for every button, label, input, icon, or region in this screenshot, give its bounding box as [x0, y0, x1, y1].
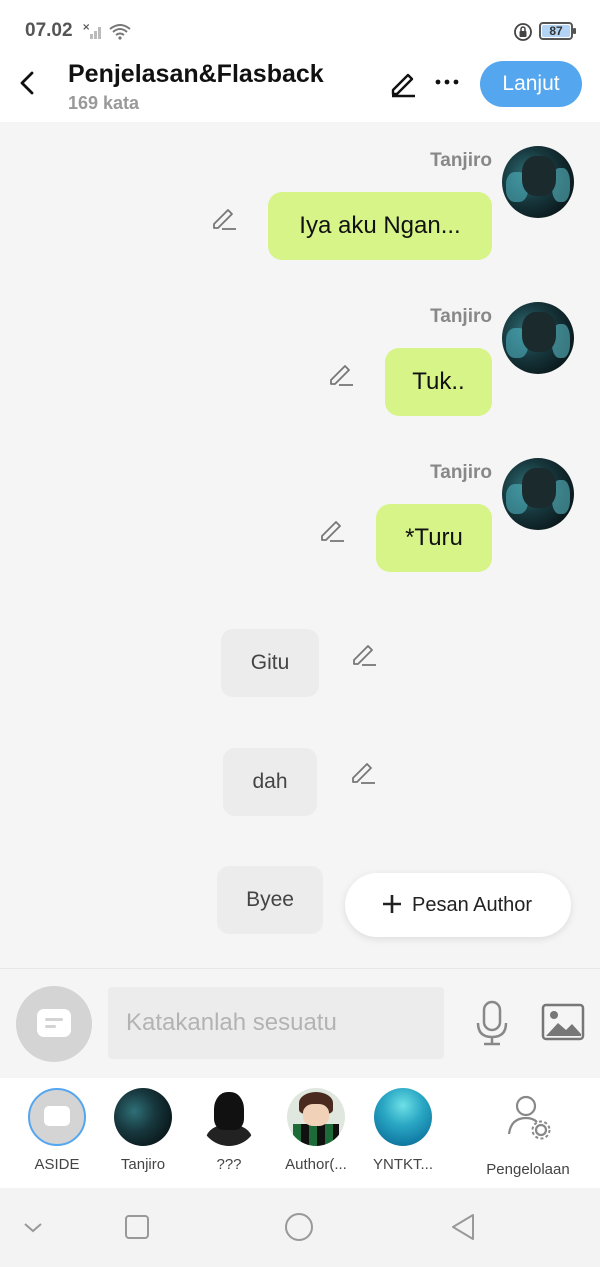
sender-name: Tanjiro — [430, 462, 492, 483]
back-triangle-icon[interactable] — [449, 1212, 479, 1242]
edit-message-icon[interactable] — [210, 204, 238, 232]
message-bubble[interactable]: *Turu — [376, 504, 492, 572]
status-bar: 07.02 × 87 — [0, 0, 600, 60]
manage-label: Pengelolaan — [486, 1161, 570, 1178]
system-nav-bar — [0, 1188, 600, 1267]
wifi-icon — [109, 24, 131, 40]
tanjiro-avatar[interactable] — [502, 458, 574, 530]
aside-icon — [37, 1009, 71, 1037]
character-name: ??? — [216, 1156, 242, 1173]
character-item-author[interactable]: Author(... — [273, 1088, 359, 1173]
manage-characters-button[interactable]: Pengelolaan — [478, 1088, 578, 1178]
user-settings-icon — [507, 1095, 551, 1140]
message-bubble[interactable]: Iya aku Ngan... — [268, 192, 492, 260]
battery-indicator: 87 — [539, 22, 576, 40]
chat-area[interactable]: Tanjiro Iya aku Ngan... Tanjiro Tuk.. Ta… — [0, 122, 600, 968]
message-bubble[interactable]: Tuk.. — [385, 348, 492, 416]
planet-avatar — [374, 1088, 432, 1146]
edit-title-icon[interactable] — [388, 68, 418, 98]
character-name: ASIDE — [34, 1156, 80, 1173]
character-item-yntkt[interactable]: YNTKT... — [360, 1088, 446, 1173]
character-item-unknown[interactable]: ??? — [186, 1088, 272, 1173]
tanjiro-avatar[interactable] — [502, 302, 574, 374]
more-options-icon[interactable] — [434, 72, 460, 92]
back-arrow-icon[interactable] — [14, 68, 42, 98]
edit-message-icon[interactable] — [349, 758, 377, 786]
editor-header: Penjelasan&Flasback 169 kata Lanjut — [0, 60, 600, 122]
tanjiro-avatar — [114, 1088, 172, 1146]
home-icon[interactable] — [284, 1212, 314, 1242]
composer-bar — [0, 968, 600, 1078]
plus-icon — [383, 895, 401, 913]
battery-level: 87 — [542, 25, 570, 37]
silhouette-avatar — [200, 1088, 258, 1146]
cellular-signal-icon: × — [82, 22, 101, 39]
character-item-aside[interactable]: ASIDE — [14, 1088, 100, 1173]
author-message-button[interactable]: Pesan Author — [345, 873, 571, 937]
edit-message-icon[interactable] — [318, 516, 346, 544]
narration-bubble[interactable]: dah — [223, 748, 317, 816]
status-time: 07.02 — [25, 20, 73, 41]
author-avatar — [287, 1088, 345, 1146]
image-icon[interactable] — [541, 1003, 585, 1041]
story-title: Penjelasan&Flasback — [68, 60, 324, 88]
character-name: YNTKT... — [372, 1156, 433, 1173]
aside-icon — [28, 1088, 86, 1146]
microphone-icon[interactable] — [472, 999, 512, 1047]
svg-text:×: × — [82, 22, 90, 33]
character-bar: ASIDE Tanjiro ??? Author(... YNTKT... Pe… — [0, 1078, 600, 1188]
aside-toggle-button[interactable] — [16, 986, 92, 1062]
narration-bubble[interactable]: Byee — [217, 866, 323, 934]
recent-apps-icon[interactable] — [122, 1212, 152, 1242]
tanjiro-avatar[interactable] — [502, 146, 574, 218]
rotation-lock-icon — [514, 23, 532, 41]
message-input[interactable] — [108, 987, 444, 1059]
edit-message-icon[interactable] — [327, 360, 355, 388]
character-name: Tanjiro — [120, 1156, 166, 1173]
sender-name: Tanjiro — [430, 306, 492, 327]
character-item-tanjiro[interactable]: Tanjiro — [100, 1088, 186, 1173]
edit-message-icon[interactable] — [350, 640, 378, 668]
sender-name: Tanjiro — [430, 150, 492, 171]
author-message-label: Pesan Author — [412, 894, 533, 916]
next-button[interactable]: Lanjut — [480, 61, 582, 107]
word-count: 169 kata — [68, 93, 140, 113]
chevron-down-icon[interactable] — [18, 1212, 48, 1242]
character-name: Author(... — [285, 1156, 347, 1173]
narration-bubble[interactable]: Gitu — [221, 629, 319, 697]
